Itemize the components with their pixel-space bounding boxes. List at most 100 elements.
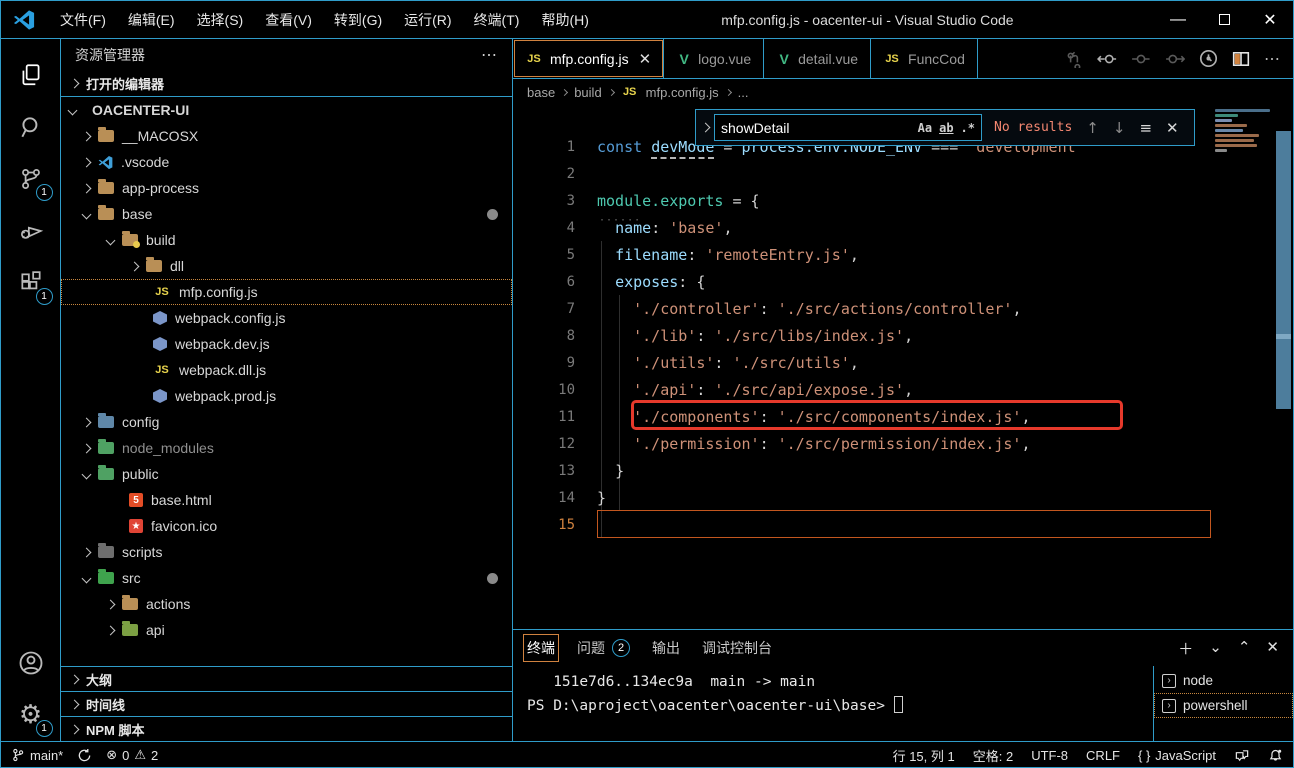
tree-folder-actions[interactable]: actions bbox=[61, 591, 512, 617]
match-case-icon[interactable]: Aa bbox=[918, 121, 932, 135]
sync-indicator[interactable] bbox=[77, 748, 92, 763]
breadcrumb-base[interactable]: base bbox=[527, 85, 555, 100]
next-change-icon[interactable] bbox=[1165, 50, 1185, 68]
tree-folder-api[interactable]: api bbox=[61, 617, 512, 643]
git-compare-icon[interactable] bbox=[1065, 50, 1083, 68]
tree-folder-app-process[interactable]: app-process bbox=[61, 175, 512, 201]
code-line[interactable]: 2 bbox=[513, 160, 1293, 187]
cursor-position[interactable]: 行 15, 列 1 bbox=[893, 746, 955, 765]
find-close-icon[interactable]: ✕ bbox=[1166, 119, 1179, 137]
minimap[interactable] bbox=[1215, 109, 1273, 154]
whole-word-icon[interactable]: ab bbox=[939, 121, 953, 135]
language-mode[interactable]: { } JavaScript bbox=[1138, 748, 1216, 763]
settings-gear-icon[interactable]: ⚙ 1 bbox=[7, 689, 55, 741]
search-icon[interactable] bbox=[7, 101, 55, 153]
timeline-section[interactable]: 时间线 bbox=[61, 691, 512, 716]
feedback-icon[interactable] bbox=[1234, 748, 1250, 763]
menu-run[interactable]: 运行(R) bbox=[393, 10, 462, 30]
code-line[interactable]: 12 './permission': './src/permission/ind… bbox=[513, 430, 1293, 457]
tree-folder-node-modules[interactable]: node_modules bbox=[61, 435, 512, 461]
maximize-button[interactable] bbox=[1201, 1, 1247, 38]
menu-view[interactable]: 查看(V) bbox=[254, 10, 323, 30]
breadcrumb-file[interactable]: mfp.config.js bbox=[646, 85, 719, 100]
open-editors-section[interactable]: 打开的编辑器 bbox=[61, 71, 512, 97]
tab-debug-console[interactable]: 调试控制台 bbox=[702, 638, 772, 658]
code-line[interactable]: 13 } bbox=[513, 457, 1293, 484]
eol-sequence[interactable]: CRLF bbox=[1086, 748, 1120, 763]
tree-file-webpack-config[interactable]: webpack.config.js bbox=[61, 305, 512, 331]
tree-folder-base[interactable]: base bbox=[61, 201, 512, 227]
regex-icon[interactable]: .* bbox=[961, 121, 975, 135]
tab-output[interactable]: 输出 bbox=[652, 638, 680, 658]
code-line[interactable]: 6 exposes: { bbox=[513, 268, 1293, 295]
git-branch-indicator[interactable]: main* bbox=[11, 747, 63, 763]
terminal-dropdown-icon[interactable]: ⌄ bbox=[1209, 638, 1222, 659]
tab-detail-vue[interactable]: V detail.vue bbox=[764, 39, 871, 78]
run-timeline-icon[interactable] bbox=[1199, 49, 1218, 68]
find-input[interactable] bbox=[721, 120, 911, 136]
more-actions-icon[interactable]: ⋯ bbox=[1264, 49, 1281, 69]
close-panel-icon[interactable]: ✕ bbox=[1266, 638, 1279, 659]
run-debug-icon[interactable] bbox=[7, 205, 55, 257]
extensions-icon[interactable]: 1 bbox=[7, 257, 55, 309]
tab-funccod[interactable]: JS FuncCod bbox=[871, 39, 978, 78]
terminal[interactable]: 151e7d6..134ec9a main -> main PS D:\apro… bbox=[513, 666, 1293, 741]
menu-goto[interactable]: 转到(G) bbox=[323, 10, 393, 30]
terminal-item-powershell[interactable]: › powershell bbox=[1154, 693, 1293, 718]
maximize-panel-icon[interactable]: ⌃ bbox=[1238, 638, 1251, 659]
npm-scripts-section[interactable]: NPM 脚本 bbox=[61, 716, 512, 741]
code-editor[interactable]: 1const devMode = process.env.NODE_ENV ==… bbox=[513, 105, 1293, 629]
close-button[interactable]: ✕ bbox=[1247, 1, 1293, 38]
find-previous-icon[interactable]: ↑ bbox=[1086, 119, 1099, 137]
code-line[interactable]: 5 filename: 'remoteEntry.js', bbox=[513, 241, 1293, 268]
find-in-selection-icon[interactable]: ≡ bbox=[1139, 119, 1152, 137]
tree-folder-macosx[interactable]: __MACOSX bbox=[61, 123, 512, 149]
notifications-bell-icon[interactable] bbox=[1268, 747, 1283, 763]
more-actions-icon[interactable]: ⋯ bbox=[481, 45, 498, 65]
outline-section[interactable]: 大纲 bbox=[61, 666, 512, 691]
code-line[interactable]: 8 './lib': './src/libs/index.js', bbox=[513, 322, 1293, 349]
tree-folder-vscode[interactable]: .vscode bbox=[61, 149, 512, 175]
code-line[interactable]: 7 './controller': './src/actions/control… bbox=[513, 295, 1293, 322]
tree-folder-config[interactable]: config bbox=[61, 409, 512, 435]
previous-change-icon[interactable] bbox=[1097, 50, 1117, 68]
tab-mfp-config-js[interactable]: JS mfp.config.js ✕ bbox=[513, 39, 664, 78]
breadcrumb-build[interactable]: build bbox=[574, 85, 601, 100]
tree-file-webpack-dev[interactable]: webpack.dev.js bbox=[61, 331, 512, 357]
tree-folder-dll[interactable]: dll bbox=[61, 253, 512, 279]
menu-edit[interactable]: 编辑(E) bbox=[117, 10, 186, 30]
account-icon[interactable] bbox=[7, 637, 55, 689]
tree-folder-src[interactable]: src bbox=[61, 565, 512, 591]
minimize-button[interactable]: — bbox=[1155, 1, 1201, 38]
tree-root-oacenter-ui[interactable]: OACENTER-UI bbox=[61, 97, 512, 123]
tree-folder-build[interactable]: build bbox=[61, 227, 512, 253]
indentation[interactable]: 空格: 2 bbox=[973, 746, 1013, 765]
tab-terminal[interactable]: 终端 bbox=[527, 638, 555, 658]
menu-terminal[interactable]: 终端(T) bbox=[463, 10, 531, 30]
problems-indicator[interactable]: ⊗ 0 ⚠ 2 bbox=[106, 748, 158, 763]
code-line[interactable]: 3module.exports = { bbox=[513, 187, 1293, 214]
split-editor-icon[interactable] bbox=[1232, 50, 1250, 68]
source-control-icon[interactable]: 1 bbox=[7, 153, 55, 205]
tree-file-base-html[interactable]: 5 base.html bbox=[61, 487, 512, 513]
explorer-icon[interactable] bbox=[7, 49, 55, 101]
tree-folder-public[interactable]: public bbox=[61, 461, 512, 487]
editor-scrollbar[interactable] bbox=[1276, 131, 1291, 409]
code-line[interactable]: 14} bbox=[513, 484, 1293, 511]
tab-problems[interactable]: 问题 2 bbox=[577, 638, 630, 658]
tree-folder-scripts[interactable]: scripts bbox=[61, 539, 512, 565]
change-marker-icon[interactable] bbox=[1131, 50, 1151, 68]
tree-file-favicon[interactable]: ★ favicon.ico bbox=[61, 513, 512, 539]
encoding[interactable]: UTF-8 bbox=[1031, 748, 1068, 763]
terminal-item-node[interactable]: › node bbox=[1154, 668, 1293, 693]
tab-logo-vue[interactable]: V logo.vue bbox=[664, 39, 764, 78]
menu-file[interactable]: 文件(F) bbox=[49, 10, 117, 30]
toggle-replace-icon[interactable] bbox=[696, 110, 714, 145]
tree-file-webpack-prod[interactable]: webpack.prod.js bbox=[61, 383, 512, 409]
tree-file-mfp-config[interactable]: JS mfp.config.js bbox=[61, 279, 512, 305]
new-terminal-icon[interactable]: ＋ bbox=[1178, 638, 1193, 659]
breadcrumb-symbol[interactable]: ... bbox=[738, 85, 749, 100]
tree-file-webpack-dll[interactable]: JS webpack.dll.js bbox=[61, 357, 512, 383]
menu-selection[interactable]: 选择(S) bbox=[186, 10, 255, 30]
code-line[interactable]: 10 './api': './src/api/expose.js', bbox=[513, 376, 1293, 403]
